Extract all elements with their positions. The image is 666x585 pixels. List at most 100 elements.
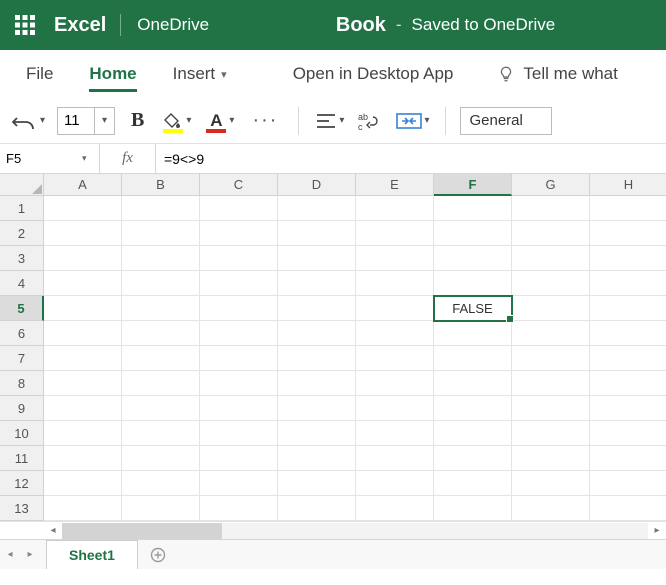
- cell-H5[interactable]: [590, 296, 666, 321]
- cell-C10[interactable]: [200, 421, 278, 446]
- cell-A9[interactable]: [44, 396, 122, 421]
- bold-button[interactable]: B: [125, 109, 150, 132]
- cell-G5[interactable]: [512, 296, 590, 321]
- cell-D1[interactable]: [278, 196, 356, 221]
- cell-G8[interactable]: [512, 371, 590, 396]
- cell-D7[interactable]: [278, 346, 356, 371]
- cell-G12[interactable]: [512, 471, 590, 496]
- cell-G4[interactable]: [512, 271, 590, 296]
- cell-A7[interactable]: [44, 346, 122, 371]
- merge-button[interactable]: ▾: [394, 107, 431, 135]
- cell-F7[interactable]: [434, 346, 512, 371]
- select-all-corner[interactable]: [0, 174, 44, 196]
- cell-A2[interactable]: [44, 221, 122, 246]
- cell-A11[interactable]: [44, 446, 122, 471]
- cell-A3[interactable]: [44, 246, 122, 271]
- cell-C7[interactable]: [200, 346, 278, 371]
- font-size-input[interactable]: ▾: [57, 107, 115, 135]
- scroll-right-button[interactable]: ▸: [648, 523, 666, 539]
- cell-D11[interactable]: [278, 446, 356, 471]
- cell-C5[interactable]: [200, 296, 278, 321]
- cell-E11[interactable]: [356, 446, 434, 471]
- row-header-1[interactable]: 1: [0, 196, 44, 221]
- cell-D2[interactable]: [278, 221, 356, 246]
- cell-B5[interactable]: [122, 296, 200, 321]
- name-box-input[interactable]: [0, 151, 78, 166]
- cell-F10[interactable]: [434, 421, 512, 446]
- cell-F8[interactable]: [434, 371, 512, 396]
- tab-insert[interactable]: Insert▾: [155, 50, 245, 98]
- cell-G3[interactable]: [512, 246, 590, 271]
- document-title[interactable]: Book: [336, 14, 386, 37]
- cell-C2[interactable]: [200, 221, 278, 246]
- row-header-2[interactable]: 2: [0, 221, 44, 246]
- cell-A8[interactable]: [44, 371, 122, 396]
- cell-H12[interactable]: [590, 471, 666, 496]
- cell-C8[interactable]: [200, 371, 278, 396]
- cell-D3[interactable]: [278, 246, 356, 271]
- cell-B10[interactable]: [122, 421, 200, 446]
- cell-D5[interactable]: [278, 296, 356, 321]
- app-launcher-icon[interactable]: [0, 0, 50, 50]
- cell-C6[interactable]: [200, 321, 278, 346]
- cell-D13[interactable]: [278, 496, 356, 521]
- cell-C12[interactable]: [200, 471, 278, 496]
- col-header-A[interactable]: A: [44, 174, 122, 196]
- cell-A10[interactable]: [44, 421, 122, 446]
- col-header-B[interactable]: B: [122, 174, 200, 196]
- add-sheet-button[interactable]: [138, 540, 178, 569]
- sheet-nav-prev[interactable]: ▸: [20, 540, 40, 569]
- row-header-5[interactable]: 5: [0, 296, 44, 321]
- cell-C9[interactable]: [200, 396, 278, 421]
- row-header-12[interactable]: 12: [0, 471, 44, 496]
- cell-H8[interactable]: [590, 371, 666, 396]
- more-font-options[interactable]: ···: [246, 109, 284, 132]
- row-header-3[interactable]: 3: [0, 246, 44, 271]
- cell-B12[interactable]: [122, 471, 200, 496]
- cell-C1[interactable]: [200, 196, 278, 221]
- cell-G9[interactable]: [512, 396, 590, 421]
- cell-D4[interactable]: [278, 271, 356, 296]
- cell-A13[interactable]: [44, 496, 122, 521]
- cell-A6[interactable]: [44, 321, 122, 346]
- cell-H9[interactable]: [590, 396, 666, 421]
- cell-G11[interactable]: [512, 446, 590, 471]
- cell-F9[interactable]: [434, 396, 512, 421]
- row-header-9[interactable]: 9: [0, 396, 44, 421]
- fill-color-button[interactable]: ▾: [160, 106, 193, 136]
- undo-button[interactable]: ▾: [10, 106, 47, 136]
- cell-E4[interactable]: [356, 271, 434, 296]
- cell-D10[interactable]: [278, 421, 356, 446]
- cell-E10[interactable]: [356, 421, 434, 446]
- cell-E13[interactable]: [356, 496, 434, 521]
- col-header-F[interactable]: F: [434, 174, 512, 196]
- formula-input[interactable]: [156, 151, 666, 167]
- row-header-7[interactable]: 7: [0, 346, 44, 371]
- tell-me-search[interactable]: Tell me what: [487, 64, 627, 84]
- fx-button[interactable]: fx: [100, 144, 156, 173]
- cell-B4[interactable]: [122, 271, 200, 296]
- h-scrollbar-thumb[interactable]: [62, 523, 222, 539]
- tab-file[interactable]: File: [8, 50, 71, 98]
- cell-C4[interactable]: [200, 271, 278, 296]
- cell-F1[interactable]: [434, 196, 512, 221]
- cell-B1[interactable]: [122, 196, 200, 221]
- cell-F11[interactable]: [434, 446, 512, 471]
- cell-H2[interactable]: [590, 221, 666, 246]
- cell-H1[interactable]: [590, 196, 666, 221]
- cell-F3[interactable]: [434, 246, 512, 271]
- cell-C11[interactable]: [200, 446, 278, 471]
- font-color-button[interactable]: A ▾: [203, 106, 236, 136]
- cell-G6[interactable]: [512, 321, 590, 346]
- open-in-desktop-button[interactable]: Open in Desktop App: [275, 64, 472, 84]
- cell-E2[interactable]: [356, 221, 434, 246]
- number-format-select[interactable]: General: [460, 107, 552, 135]
- cell-H3[interactable]: [590, 246, 666, 271]
- cell-D12[interactable]: [278, 471, 356, 496]
- cell-D8[interactable]: [278, 371, 356, 396]
- tab-home[interactable]: Home: [71, 50, 154, 98]
- cell-G7[interactable]: [512, 346, 590, 371]
- cell-G2[interactable]: [512, 221, 590, 246]
- align-button[interactable]: ▾: [313, 108, 346, 134]
- cell-B3[interactable]: [122, 246, 200, 271]
